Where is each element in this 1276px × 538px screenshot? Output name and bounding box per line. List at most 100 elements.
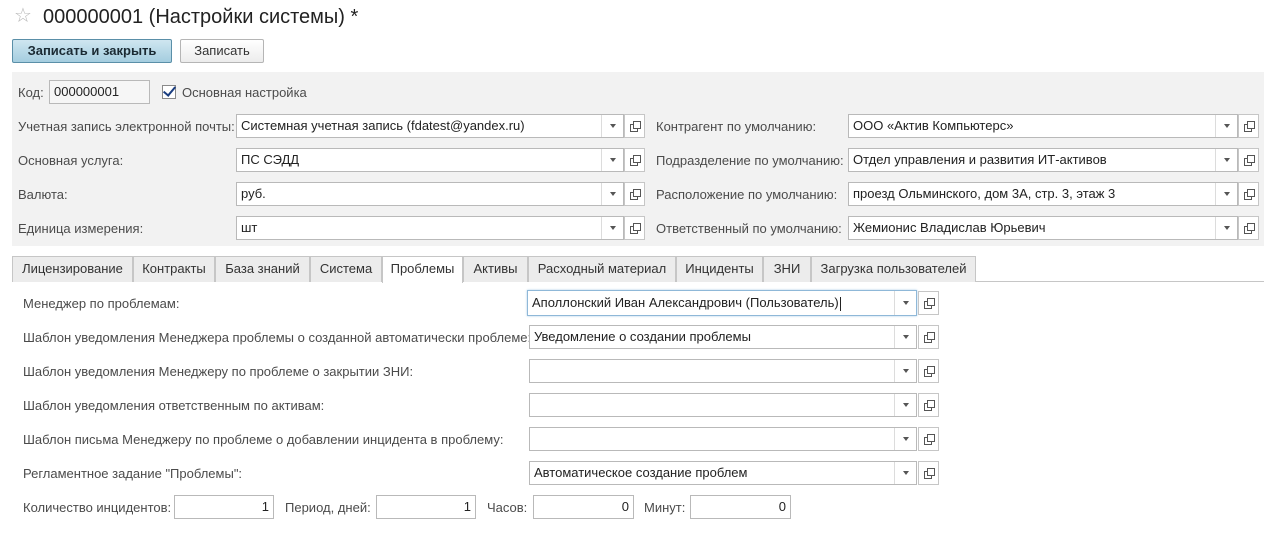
tab-consumables[interactable]: Расходный материал <box>528 256 676 282</box>
email-account-field[interactable]: Системная учетная запись (fdatest@yandex… <box>236 114 624 138</box>
dropdown-button[interactable] <box>601 149 623 171</box>
default-location-label: Расположение по умолчанию: <box>656 187 838 202</box>
auto-problem-template-label: Шаблон уведомления Менеджера проблемы о … <box>23 330 532 345</box>
tab-assets[interactable]: Активы <box>463 256 528 282</box>
chevron-down-icon <box>1223 192 1230 196</box>
dropdown-button[interactable] <box>894 428 916 450</box>
open-button[interactable] <box>624 114 645 138</box>
open-icon <box>923 366 935 377</box>
period-days-input[interactable]: 1 <box>376 495 476 519</box>
open-button[interactable] <box>918 427 939 451</box>
save-button[interactable]: Записать <box>180 39 264 63</box>
dropdown-button[interactable] <box>601 115 623 137</box>
asset-owners-template-label: Шаблон уведомления ответственным по акти… <box>23 398 325 413</box>
tab-licensing[interactable]: Лицензирование <box>12 256 133 282</box>
default-department-label: Подразделение по умолчанию: <box>656 153 844 168</box>
open-button[interactable] <box>1238 216 1259 240</box>
open-icon <box>923 400 935 411</box>
default-location-field[interactable]: проезд Ольминского, дом 3А, стр. 3, этаж… <box>848 182 1238 206</box>
tab-system[interactable]: Система <box>310 256 382 282</box>
default-responsible-field[interactable]: Жемионис Владислав Юрьевич <box>848 216 1238 240</box>
tab-problems[interactable]: Проблемы <box>382 256 463 283</box>
tab-user-import[interactable]: Загрузка пользователей <box>811 256 976 282</box>
open-button[interactable] <box>918 325 939 349</box>
chevron-down-icon <box>902 403 909 407</box>
code-field[interactable]: 000000001 <box>49 80 150 104</box>
tab-contracts[interactable]: Контракты <box>133 256 215 282</box>
tab-change-requests[interactable]: ЗНИ <box>763 256 811 282</box>
dropdown-button[interactable] <box>1215 149 1237 171</box>
open-button[interactable] <box>1238 182 1259 206</box>
open-button[interactable] <box>624 148 645 172</box>
default-department-field[interactable]: Отдел управления и развития ИТ-активов <box>848 148 1238 172</box>
open-icon <box>629 189 641 200</box>
tab-incidents[interactable]: Инциденты <box>676 256 763 282</box>
default-counterparty-field[interactable]: ООО «Актив Компьютерс» <box>848 114 1238 138</box>
open-icon <box>923 434 935 445</box>
default-responsible-value: Жемионис Владислав Юрьевич <box>853 220 1046 235</box>
minutes-input[interactable]: 0 <box>690 495 791 519</box>
chevron-down-icon <box>902 471 909 475</box>
dropdown-button[interactable] <box>601 217 623 239</box>
chevron-down-icon <box>902 437 909 441</box>
open-button[interactable] <box>1238 148 1259 172</box>
unit-value: шт <box>241 220 258 235</box>
open-icon <box>629 155 641 166</box>
dropdown-button[interactable] <box>1215 183 1237 205</box>
chevron-down-icon <box>609 158 616 162</box>
open-icon <box>923 298 935 309</box>
main-service-field[interactable]: ПС СЭДД <box>236 148 624 172</box>
scheduled-job-field[interactable]: Автоматическое создание проблем <box>529 461 917 485</box>
main-setting-checkbox[interactable] <box>162 83 177 99</box>
dropdown-button[interactable] <box>894 326 916 348</box>
problem-manager-text: Аполлонский Иван Александрович (Пользова… <box>532 295 839 310</box>
chevron-down-icon <box>1223 158 1230 162</box>
open-button[interactable] <box>624 216 645 240</box>
dropdown-button[interactable] <box>1215 115 1237 137</box>
open-icon <box>923 468 935 479</box>
auto-problem-template-field[interactable]: Уведомление о создании проблемы <box>529 325 917 349</box>
default-counterparty-label: Контрагент по умолчанию: <box>656 119 817 134</box>
asset-owners-template-field[interactable] <box>529 393 917 417</box>
currency-field[interactable]: руб. <box>236 182 624 206</box>
open-button[interactable] <box>918 461 939 485</box>
dropdown-button[interactable] <box>894 291 916 315</box>
page-title: 000000001 (Настройки системы) * <box>43 6 359 28</box>
tab-knowledge-base[interactable]: База знаний <box>215 256 310 282</box>
open-button[interactable] <box>1238 114 1259 138</box>
change-close-template-label: Шаблон уведомления Менеджеру по проблеме… <box>23 364 414 379</box>
open-button[interactable] <box>918 393 939 417</box>
scheduled-job-label: Регламентное задание "Проблемы": <box>23 466 243 481</box>
open-icon <box>923 332 935 343</box>
dropdown-button[interactable] <box>601 183 623 205</box>
dropdown-button[interactable] <box>894 394 916 416</box>
problem-manager-field[interactable]: Аполлонский Иван Александрович (Пользова… <box>527 290 917 316</box>
open-button[interactable] <box>918 359 939 383</box>
save-and-close-button[interactable]: Записать и закрыть <box>12 39 172 63</box>
incident-added-template-label: Шаблон письма Менеджеру по проблеме о до… <box>23 432 504 447</box>
chevron-down-icon <box>1223 226 1230 230</box>
unit-field[interactable]: шт <box>236 216 624 240</box>
open-icon <box>1243 189 1255 200</box>
currency-value: руб. <box>241 186 266 201</box>
open-button[interactable] <box>624 182 645 206</box>
default-location-value: проезд Ольминского, дом 3А, стр. 3, этаж… <box>853 186 1116 201</box>
chevron-down-icon <box>609 124 616 128</box>
dropdown-button[interactable] <box>1215 217 1237 239</box>
auto-problem-template-value: Уведомление о создании проблемы <box>534 329 751 344</box>
incident-count-input[interactable]: 1 <box>174 495 274 519</box>
unit-label: Единица измерения: <box>18 221 144 236</box>
favorite-star-icon[interactable]: ☆ <box>14 6 32 26</box>
change-close-template-field[interactable] <box>529 359 917 383</box>
incident-added-template-field[interactable] <box>529 427 917 451</box>
open-button[interactable] <box>918 291 939 315</box>
dropdown-button[interactable] <box>894 462 916 484</box>
currency-label: Валюта: <box>18 187 68 202</box>
period-days-label: Период, дней: <box>285 500 371 515</box>
chevron-down-icon <box>902 369 909 373</box>
hours-input[interactable]: 0 <box>533 495 634 519</box>
problem-manager-label: Менеджер по проблемам: <box>23 296 180 311</box>
chevron-down-icon <box>1223 124 1230 128</box>
main-setting-label: Основная настройка <box>182 85 307 100</box>
dropdown-button[interactable] <box>894 360 916 382</box>
